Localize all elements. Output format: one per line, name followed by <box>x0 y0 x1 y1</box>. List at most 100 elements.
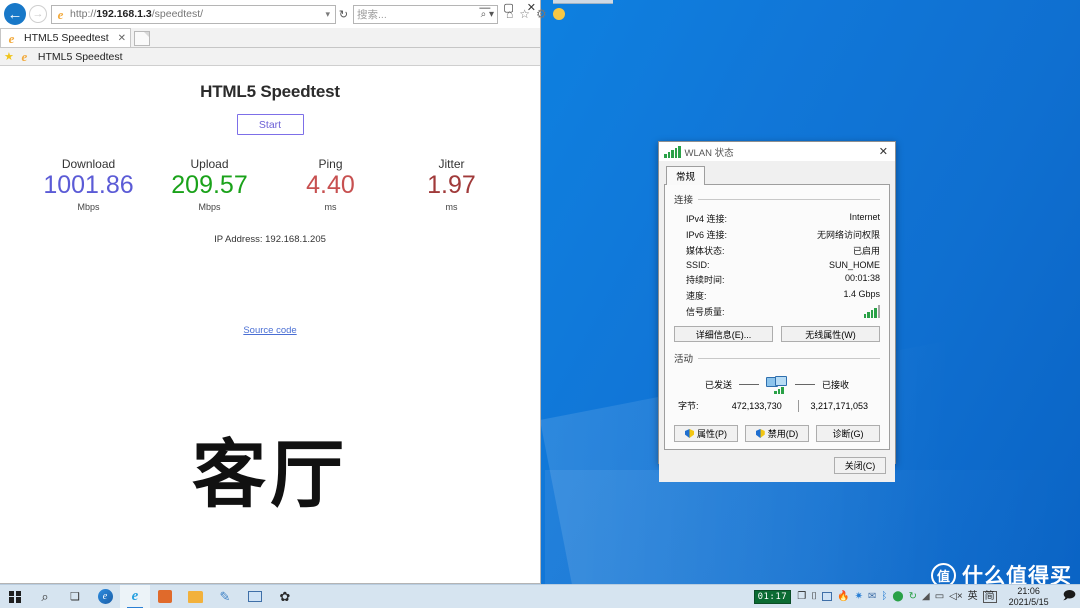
row-key: 信号质量: <box>686 306 725 317</box>
usb-icon[interactable]: ⌷ <box>811 591 817 602</box>
disable-button-label: 禁用(D) <box>767 429 799 439</box>
row-value: 无网络访问权限 <box>816 229 880 240</box>
volume-muted-icon[interactable]: ◁× <box>949 591 963 602</box>
tab-general[interactable]: 常规 <box>666 166 706 185</box>
bluetooth-icon[interactable]: ᛒ <box>881 591 887 602</box>
tab-label: HTML5 Speedtest <box>24 32 109 44</box>
taskbar-clock[interactable]: 21:06 2021/5/15 <box>1003 586 1055 607</box>
close-button[interactable]: ✕ <box>527 2 536 14</box>
network-icon[interactable]: ◢ <box>922 591 930 602</box>
star-blue-icon[interactable]: ✷ <box>855 591 863 602</box>
dialog-close-button[interactable]: 关闭(C) <box>834 457 886 474</box>
diagnose-button[interactable]: 诊断(G) <box>816 425 880 442</box>
battery-icon[interactable]: ▭ <box>935 591 944 602</box>
metric-label: Upload <box>190 157 229 171</box>
favorite-item-label[interactable]: HTML5 Speedtest <box>38 51 123 63</box>
windows-start-icon[interactable] <box>0 585 30 608</box>
ime-mode-label[interactable]: 简 <box>982 590 997 603</box>
tray-icons: ❐ ⌷ 🔥 ✷ ✉ ᛒ ⬤ ↻ ◢ ▭ ◁× 英 简 <box>797 590 997 603</box>
metric-value: 1.97 <box>427 171 476 199</box>
row-key: 媒体状态: <box>686 245 725 256</box>
wireless-properties-button[interactable]: 无线属性(W) <box>781 326 880 342</box>
favorites-star-icon[interactable]: ★ <box>4 50 14 63</box>
row-value: 已启用 <box>852 245 880 256</box>
row-ipv6: IPv6 连接: 无网络访问权限 <box>674 226 880 242</box>
background-window-edge[interactable] <box>553 0 613 4</box>
task-view-icon[interactable]: ❏ <box>60 585 90 608</box>
metric-value: 1001.86 <box>43 171 134 199</box>
settings-icon[interactable]: ✿ <box>270 585 300 608</box>
room-annotation-overlay: 客厅 <box>192 432 348 518</box>
ip-address-text: IP Address: 192.168.1.205 <box>214 234 326 245</box>
file-explorer-icon[interactable] <box>180 585 210 608</box>
properties-button-label: 属性(P) <box>697 429 727 439</box>
internet-explorer-icon[interactable]: e <box>120 584 150 608</box>
edge-browser-icon[interactable]: e <box>90 585 120 608</box>
paint-icon[interactable]: ✎ <box>210 585 240 608</box>
address-bar[interactable]: e http://192.168.1.3/speedtest/ ▾ <box>51 4 336 24</box>
smiley-feedback-icon[interactable] <box>552 8 565 20</box>
favorite-favicon-icon: e <box>21 49 28 64</box>
row-key: IPv6 连接: <box>686 229 728 240</box>
taskbar-buttons: ⌕ ❏ e e ✎ ✿ <box>0 584 300 608</box>
address-bar-url: http://192.168.1.3/speedtest/ <box>70 8 204 20</box>
new-tab-button[interactable] <box>134 31 151 46</box>
row-key: SSID: <box>686 259 710 270</box>
dialog-titlebar: WLAN 状态 ✕ <box>659 142 895 161</box>
monitor-icon[interactable] <box>822 592 833 601</box>
source-code-link[interactable]: Source code <box>0 325 540 336</box>
disable-button[interactable]: 禁用(D) <box>745 425 809 442</box>
activity-group-label: 活动 <box>674 354 694 365</box>
photos-icon[interactable] <box>240 585 270 608</box>
row-value: SUN_HOME <box>828 259 880 270</box>
refresh-icon[interactable]: ↻ <box>336 8 351 21</box>
gear-icon[interactable]: ⚙ <box>536 8 547 20</box>
shield-icon <box>685 429 694 438</box>
browser-titlebar: ← → e http://192.168.1.3/speedtest/ ▾ ↻ … <box>0 0 565 28</box>
page-title: HTML5 Speedtest <box>200 82 340 101</box>
bytes-label: 字节: <box>678 401 699 411</box>
search-input[interactable]: 搜索... ⌕ ▾ <box>353 4 498 24</box>
metric-upload: Upload 209.57 Mbps <box>150 157 270 212</box>
search-icon[interactable]: ⌕ <box>30 585 60 608</box>
details-button[interactable]: 详细信息(E)... <box>674 326 773 342</box>
back-arrow-icon[interactable]: ← <box>4 3 26 25</box>
row-value <box>782 304 880 318</box>
detail-buttons-row: 详细信息(E)... 无线属性(W) <box>674 326 880 342</box>
action-center-icon[interactable]: 🗩 <box>1061 586 1076 607</box>
metric-label: Ping <box>318 157 343 171</box>
tab-html5-speedtest[interactable]: e HTML5 Speedtest ✕ <box>0 28 132 47</box>
maximize-button[interactable]: ▢ <box>503 2 513 14</box>
row-key: 速度: <box>686 290 707 301</box>
computer-network-icon <box>766 376 788 394</box>
metric-label: Jitter <box>438 157 465 171</box>
row-ipv4: IPv4 连接: Internet <box>674 210 880 226</box>
shield-green-icon[interactable]: ⬤ <box>892 591 903 602</box>
mail-icon[interactable]: ✉ <box>868 591 876 602</box>
row-media-state: 媒体状态: 已启用 <box>674 242 880 258</box>
page-content: HTML5 Speedtest Start Download 1001.86 M… <box>0 66 540 583</box>
general-panel: 连接 IPv4 连接: Internet IPv6 连接: 无网络访问权限 媒体… <box>664 185 890 450</box>
properties-button[interactable]: 属性(P) <box>674 425 738 442</box>
store-icon[interactable] <box>150 585 180 608</box>
bytes-sent-value: 472,133,730 <box>731 400 782 411</box>
flame-icon[interactable]: 🔥 <box>837 591 849 602</box>
connection-group-header: 连接 <box>674 192 880 206</box>
ime-language-label[interactable]: 英 <box>968 591 978 602</box>
dialog-tab-strip: 常规 <box>664 166 890 185</box>
sync-green-icon[interactable]: ↻ <box>909 591 917 602</box>
forward-arrow-icon[interactable]: → <box>29 5 47 23</box>
metric-download: Download 1001.86 Mbps <box>29 157 149 212</box>
copy-icon[interactable]: ❐ <box>797 591 806 602</box>
close-icon[interactable]: ✕ <box>879 145 895 158</box>
metric-value: 4.40 <box>306 171 355 199</box>
dialog-footer: 关闭(C) <box>659 450 895 482</box>
start-button[interactable]: Start <box>236 114 304 135</box>
chevron-down-icon[interactable]: ▾ <box>325 9 333 20</box>
row-duration: 持续时间: 00:01:38 <box>674 271 880 287</box>
metric-unit: ms <box>324 202 337 212</box>
close-icon[interactable]: ✕ <box>112 33 126 44</box>
signal-strength-icon <box>863 304 880 318</box>
timer-badge[interactable]: 01:17 <box>753 589 792 604</box>
minimize-button[interactable]: — <box>479 2 490 14</box>
